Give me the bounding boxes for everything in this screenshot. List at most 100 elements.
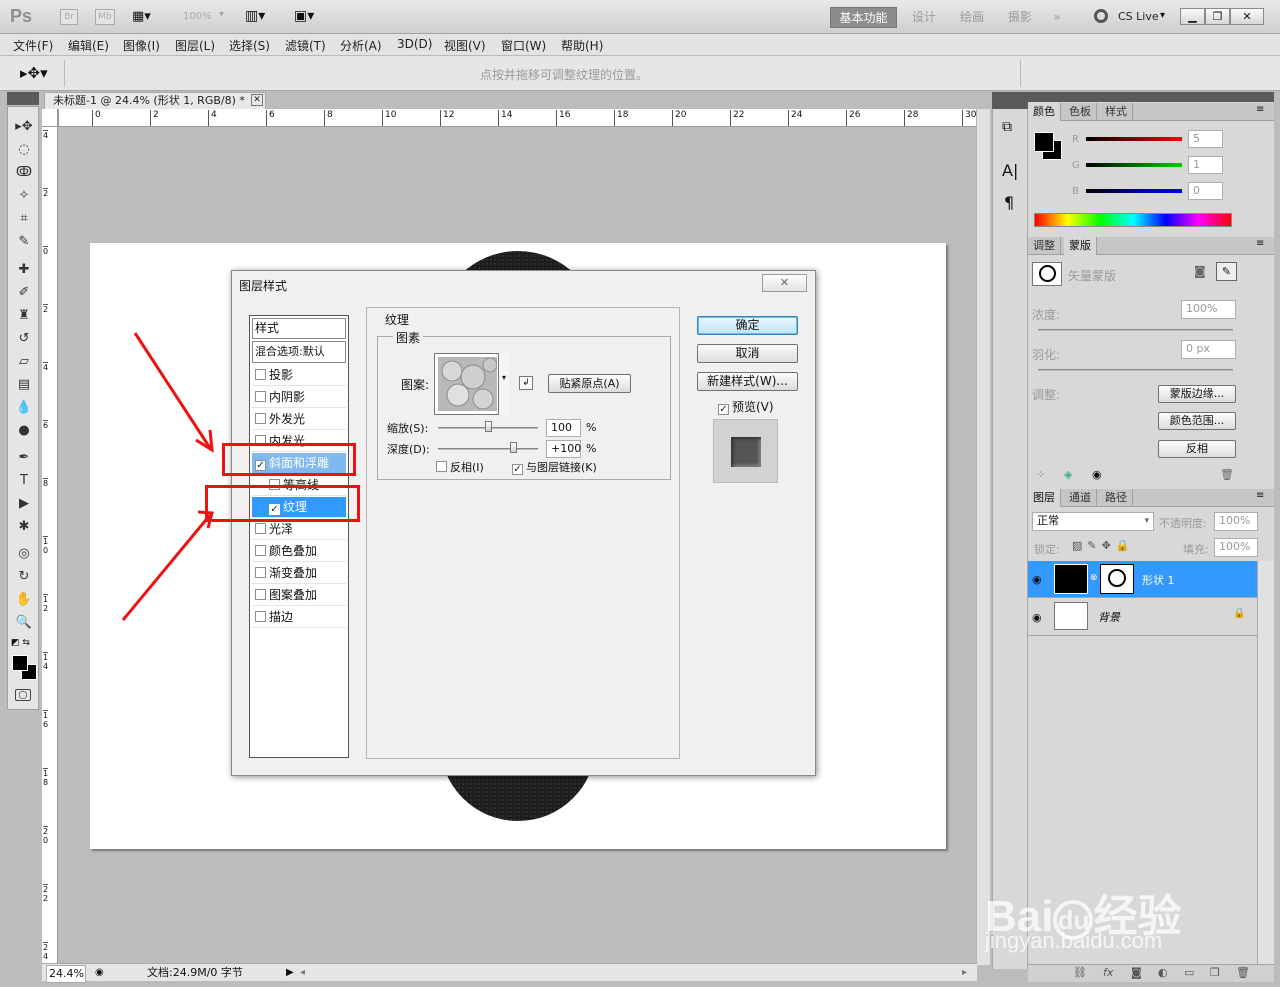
panel-menu-icon[interactable]: ≡ <box>1256 490 1264 501</box>
ruler-origin[interactable] <box>42 109 58 127</box>
more-workspaces-icon[interactable]: » <box>1044 7 1070 28</box>
cs-live-icon[interactable] <box>1094 9 1108 23</box>
vertical-ruler[interactable]: 4 2 0 2 4 6 8 1 0 1 2 1 4 1 6 1 8 2 0 2 2 2 4 <box>42 127 58 963</box>
menu-file[interactable]: 文件(F) <box>13 37 53 54</box>
feather-slider[interactable] <box>1038 369 1233 371</box>
visibility-eye-icon[interactable]: ◉ <box>1032 573 1042 586</box>
zoom-level-dropdown[interactable]: 100% <box>183 11 212 22</box>
style-item[interactable]: 投影 <box>252 365 346 386</box>
vertical-scrollbar[interactable] <box>976 109 990 965</box>
cs-live-chevron-icon[interactable]: ▾ <box>1160 10 1165 21</box>
tab-masks[interactable]: 蒙版 <box>1064 237 1097 255</box>
g-slider[interactable] <box>1086 163 1182 167</box>
fill-field[interactable]: 100% <box>1214 538 1258 557</box>
character-panel-icon[interactable]: A| <box>1002 161 1018 180</box>
delete-layer-icon[interactable]: 🗑 <box>1236 966 1250 979</box>
3d-orbit-tool-icon[interactable]: ↻ <box>12 567 36 587</box>
new-layer-icon[interactable]: ❐ <box>1210 966 1220 979</box>
opacity-field[interactable]: 100% <box>1214 512 1258 531</box>
healing-brush-tool-icon[interactable]: ✚ <box>12 260 36 280</box>
style-item-checkbox[interactable] <box>255 523 266 534</box>
menu-select[interactable]: 选择(S) <box>229 37 270 54</box>
gradient-tool-icon[interactable]: ▤ <box>12 375 36 395</box>
style-item-checkbox[interactable] <box>255 369 266 380</box>
scroll-right-icon[interactable]: ▸ <box>962 965 967 981</box>
cs-live-menu[interactable]: CS Live <box>1118 10 1159 23</box>
new-group-icon[interactable]: ▭ <box>1184 966 1194 979</box>
mini-bridge-button[interactable]: Mb <box>95 9 115 25</box>
menu-edit[interactable]: 编辑(E) <box>68 37 109 54</box>
menu-3d[interactable]: 3D(D) <box>397 37 432 51</box>
tab-styles[interactable]: 样式 <box>1100 103 1133 121</box>
crop-tool-icon[interactable]: ⌗ <box>12 209 36 229</box>
style-item[interactable]: 内阴影 <box>252 387 346 408</box>
vector-mask-icon[interactable]: ✎ <box>1216 262 1237 281</box>
mask-edge-button[interactable]: 蒙版边缘... <box>1158 385 1236 403</box>
style-item-checkbox[interactable] <box>255 611 266 622</box>
adjustment-layer-icon[interactable]: ◐ <box>1158 966 1168 979</box>
quick-mask-icon[interactable]: ◯ <box>15 689 31 701</box>
eraser-tool-icon[interactable]: ▱ <box>12 352 36 372</box>
quick-select-tool-icon[interactable]: ✧ <box>12 186 36 206</box>
disable-mask-eye-icon[interactable]: ◉ <box>1092 468 1102 481</box>
workspace-photography[interactable]: 摄影 <box>1001 7 1039 28</box>
lock-icons[interactable]: ▨✎✥🔒 <box>1072 539 1135 552</box>
horizontal-ruler[interactable]: 0 2 4 6 8 10 12 14 16 18 20 22 24 26 28 30 <box>58 109 976 127</box>
tab-layers[interactable]: 图层 <box>1028 489 1061 507</box>
new-style-button[interactable]: 新建样式(W)... <box>697 372 798 391</box>
style-item[interactable]: 颜色叠加 <box>252 541 346 562</box>
tab-color[interactable]: 颜色 <box>1028 103 1061 121</box>
color-range-button[interactable]: 颜色范围... <box>1158 412 1236 430</box>
menu-filter[interactable]: 滤镜(T) <box>285 37 326 54</box>
eyedropper-tool-icon[interactable]: ✎ <box>12 232 36 252</box>
feather-field[interactable]: 0 px <box>1181 340 1236 359</box>
style-item-checkbox[interactable] <box>255 589 266 600</box>
blending-options-item[interactable]: 混合选项:默认 <box>252 341 346 363</box>
depth-slider-track[interactable] <box>438 448 538 450</box>
screen-mode-icon[interactable]: ▣▾ <box>294 8 314 24</box>
link-layers-icon[interactable]: ⛓ <box>1073 966 1087 979</box>
history-panel-icon[interactable]: ⧉ <box>1002 119 1012 135</box>
b-field[interactable]: 0 <box>1188 182 1223 200</box>
history-brush-tool-icon[interactable]: ↺ <box>12 329 36 349</box>
status-icon[interactable]: ◉ <box>95 965 104 981</box>
pattern-chevron-icon[interactable]: ▾ <box>498 353 509 415</box>
move-tool-preset-icon[interactable]: ▸✥▾ <box>20 64 48 82</box>
link-with-layer-row[interactable]: ✓ 与图层链接(K) <box>509 459 597 475</box>
layers-scrollbar[interactable] <box>1257 561 1274 981</box>
link-icon[interactable]: ⊗ <box>1090 573 1098 583</box>
panel-menu-icon[interactable]: ≡ <box>1256 104 1264 115</box>
style-item-checkbox[interactable] <box>255 413 266 424</box>
workspace-painting[interactable]: 绘画 <box>953 7 991 28</box>
custom-shape-tool-icon[interactable]: ✱ <box>12 517 36 537</box>
invert-mask-button[interactable]: 反相 <box>1158 440 1236 458</box>
clone-stamp-tool-icon[interactable]: ♜ <box>12 306 36 326</box>
invert-checkbox[interactable] <box>436 461 447 472</box>
minimize-button[interactable]: ▁ <box>1180 8 1205 25</box>
fg-color-swatch[interactable] <box>1034 132 1054 152</box>
path-selection-tool-icon[interactable]: ▶ <box>12 494 36 514</box>
menu-layer[interactable]: 图层(L) <box>175 37 215 54</box>
workspace-essentials[interactable]: 基本功能 <box>830 7 897 28</box>
scale-field[interactable]: 100 <box>546 419 581 437</box>
dialog-close-button[interactable]: ✕ <box>762 274 807 292</box>
delete-mask-icon[interactable]: 🗑 <box>1220 468 1234 481</box>
invert-checkbox-row[interactable]: 反相(I) <box>433 459 484 475</box>
link-with-layer-checkbox[interactable]: ✓ <box>512 464 523 475</box>
document-tab[interactable]: 未标题-1 @ 24.4% (形状 1, RGB/8) * ✕ <box>44 92 266 109</box>
close-tab-icon[interactable]: ✕ <box>251 94 263 106</box>
zoom-chevron-icon[interactable]: ▾ <box>219 9 224 20</box>
tab-swatches[interactable]: 色板 <box>1064 103 1097 121</box>
density-slider[interactable] <box>1038 329 1233 331</box>
restore-button[interactable]: ❐ <box>1205 8 1230 25</box>
menu-window[interactable]: 窗口(W) <box>501 37 546 54</box>
depth-field[interactable]: +100 <box>546 440 581 458</box>
visibility-eye-icon[interactable]: ◉ <box>1032 611 1042 624</box>
menu-view[interactable]: 视图(V) <box>444 37 486 54</box>
status-menu-arrow-icon[interactable]: ▶ <box>286 965 294 981</box>
color-ramp[interactable] <box>1034 213 1232 227</box>
style-list-header[interactable]: 样式 <box>252 318 346 339</box>
blend-mode-select[interactable]: 正常 ▾ <box>1032 512 1154 531</box>
style-item-checkbox[interactable] <box>255 545 266 556</box>
tab-paths[interactable]: 路径 <box>1100 489 1133 507</box>
